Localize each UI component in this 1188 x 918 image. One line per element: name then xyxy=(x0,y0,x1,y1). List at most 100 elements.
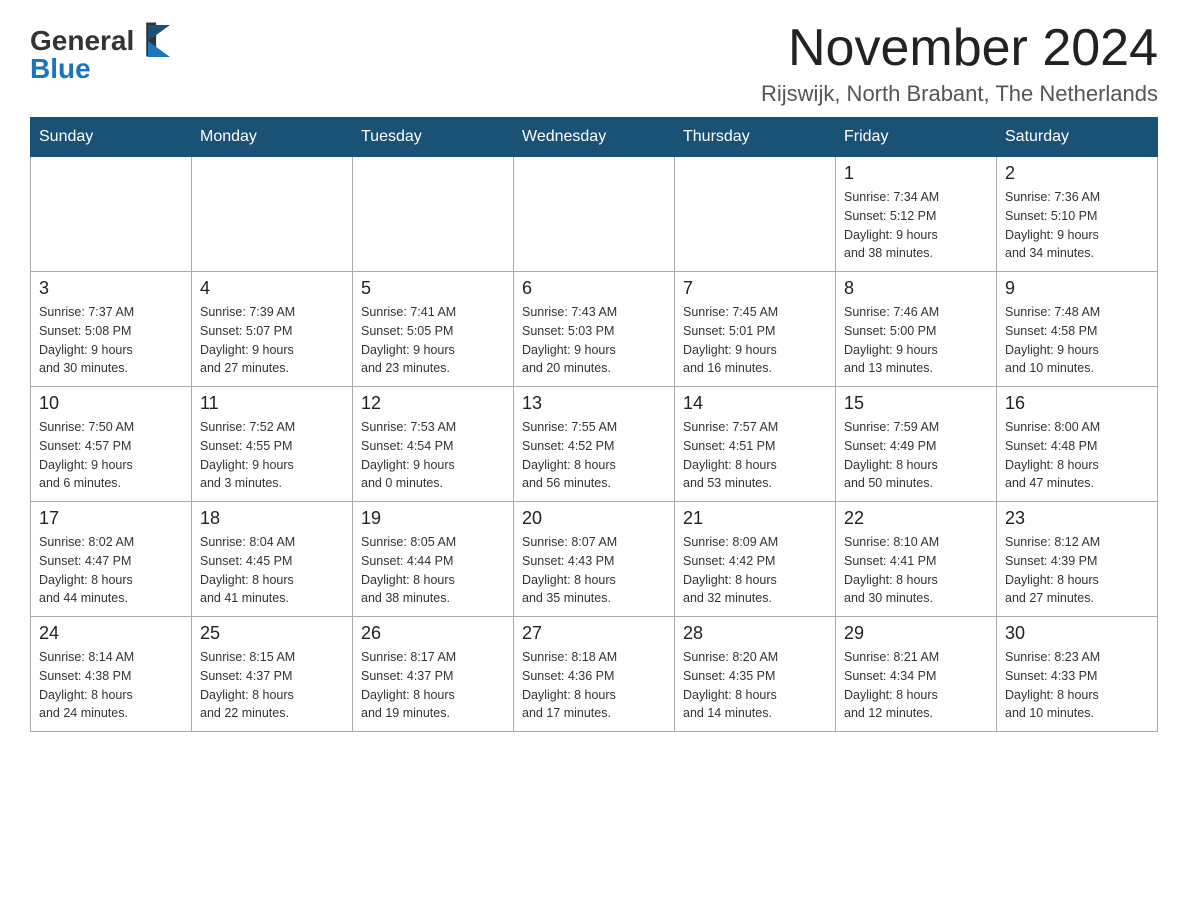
day-number: 13 xyxy=(522,393,666,414)
weekday-header-sunday: Sunday xyxy=(31,118,192,157)
calendar-cell: 22 Sunrise: 8:10 AM Sunset: 4:41 PM Dayli… xyxy=(836,502,997,617)
calendar-cell: 26 Sunrise: 8:17 AM Sunset: 4:37 PM Dayli… xyxy=(353,617,514,732)
calendar-cell: 23Sunrise: 8:12 AM Sunset: 4:39 PM Dayli… xyxy=(997,502,1158,617)
calendar-cell: 17 Sunrise: 8:02 AM Sunset: 4:47 PM Dayli… xyxy=(31,502,192,617)
day-info: Sunrise: 7:39 AM Sunset: 5:07 PM Dayligh… xyxy=(200,303,344,378)
calendar-cell xyxy=(514,157,675,272)
week-row-1: 1Sunrise: 7:34 AM Sunset: 5:12 PM Daylig… xyxy=(31,157,1158,272)
day-number: 9 xyxy=(1005,278,1149,299)
day-number: 20 xyxy=(522,508,666,529)
calendar-cell: 13 Sunrise: 7:55 AM Sunset: 4:52 PM Dayli… xyxy=(514,387,675,502)
calendar-cell: 1Sunrise: 7:34 AM Sunset: 5:12 PM Daylig… xyxy=(836,157,997,272)
day-info: Sunrise: 7:41 AM Sunset: 5:05 PM Dayligh… xyxy=(361,303,505,378)
calendar-cell: 28 Sunrise: 8:20 AM Sunset: 4:35 PM Dayli… xyxy=(675,617,836,732)
day-number: 29 xyxy=(844,623,988,644)
calendar-cell xyxy=(31,157,192,272)
calendar-cell: 19 Sunrise: 8:05 AM Sunset: 4:44 PM Dayli… xyxy=(353,502,514,617)
day-info: Sunrise: 8:02 AM Sunset: 4:47 PM Dayligh… xyxy=(39,533,183,608)
day-info: Sunrise: 8:15 AM Sunset: 4:37 PM Dayligh… xyxy=(200,648,344,723)
day-info: Sunrise: 8:10 AM Sunset: 4:41 PM Dayligh… xyxy=(844,533,988,608)
title-block: November 2024 Rijswijk, North Brabant, T… xyxy=(761,20,1158,107)
day-number: 21 xyxy=(683,508,827,529)
day-info: Sunrise: 8:05 AM Sunset: 4:44 PM Dayligh… xyxy=(361,533,505,608)
calendar-cell: 27 Sunrise: 8:18 AM Sunset: 4:36 PM Dayli… xyxy=(514,617,675,732)
day-number: 17 xyxy=(39,508,183,529)
day-info: Sunrise: 8:18 AM Sunset: 4:36 PM Dayligh… xyxy=(522,648,666,723)
calendar-cell xyxy=(353,157,514,272)
day-number: 19 xyxy=(361,508,505,529)
calendar-cell: 24 Sunrise: 8:14 AM Sunset: 4:38 PM Dayli… xyxy=(31,617,192,732)
day-info: Sunrise: 7:45 AM Sunset: 5:01 PM Dayligh… xyxy=(683,303,827,378)
day-info: Sunrise: 7:34 AM Sunset: 5:12 PM Dayligh… xyxy=(844,188,988,263)
calendar-cell: 29Sunrise: 8:21 AM Sunset: 4:34 PM Dayli… xyxy=(836,617,997,732)
calendar-cell: 16 Sunrise: 8:00 AM Sunset: 4:48 PM Dayli… xyxy=(997,387,1158,502)
calendar-cell xyxy=(675,157,836,272)
day-number: 27 xyxy=(522,623,666,644)
day-number: 28 xyxy=(683,623,827,644)
day-info: Sunrise: 7:59 AM Sunset: 4:49 PM Dayligh… xyxy=(844,418,988,493)
calendar-cell xyxy=(192,157,353,272)
weekday-header-friday: Friday xyxy=(836,118,997,157)
calendar-table: SundayMondayTuesdayWednesdayThursdayFrid… xyxy=(30,117,1158,732)
day-number: 30 xyxy=(1005,623,1149,644)
day-info: Sunrise: 8:04 AM Sunset: 4:45 PM Dayligh… xyxy=(200,533,344,608)
day-info: Sunrise: 8:20 AM Sunset: 4:35 PM Dayligh… xyxy=(683,648,827,723)
logo-blue-text: Blue xyxy=(30,53,91,85)
weekday-header-saturday: Saturday xyxy=(997,118,1158,157)
calendar-cell: 20 Sunrise: 8:07 AM Sunset: 4:43 PM Dayli… xyxy=(514,502,675,617)
calendar-cell: 3 Sunrise: 7:37 AM Sunset: 5:08 PM Daylig… xyxy=(31,272,192,387)
calendar-cell: 7 Sunrise: 7:45 AM Sunset: 5:01 PM Daylig… xyxy=(675,272,836,387)
day-info: Sunrise: 8:00 AM Sunset: 4:48 PM Dayligh… xyxy=(1005,418,1149,493)
day-info: Sunrise: 7:37 AM Sunset: 5:08 PM Dayligh… xyxy=(39,303,183,378)
week-row-2: 3 Sunrise: 7:37 AM Sunset: 5:08 PM Daylig… xyxy=(31,272,1158,387)
calendar-cell: 18 Sunrise: 8:04 AM Sunset: 4:45 PM Dayli… xyxy=(192,502,353,617)
day-info: Sunrise: 8:17 AM Sunset: 4:37 PM Dayligh… xyxy=(361,648,505,723)
week-row-3: 10Sunrise: 7:50 AM Sunset: 4:57 PM Dayli… xyxy=(31,387,1158,502)
day-info: Sunrise: 8:14 AM Sunset: 4:38 PM Dayligh… xyxy=(39,648,183,723)
day-number: 6 xyxy=(522,278,666,299)
day-info: Sunrise: 7:48 AM Sunset: 4:58 PM Dayligh… xyxy=(1005,303,1149,378)
day-info: Sunrise: 7:52 AM Sunset: 4:55 PM Dayligh… xyxy=(200,418,344,493)
day-number: 3 xyxy=(39,278,183,299)
calendar-cell: 14 Sunrise: 7:57 AM Sunset: 4:51 PM Dayli… xyxy=(675,387,836,502)
logo: General ▐ Blue xyxy=(30,20,170,85)
week-row-5: 24 Sunrise: 8:14 AM Sunset: 4:38 PM Dayli… xyxy=(31,617,1158,732)
calendar-cell: 10Sunrise: 7:50 AM Sunset: 4:57 PM Dayli… xyxy=(31,387,192,502)
calendar-cell: 15 Sunrise: 7:59 AM Sunset: 4:49 PM Dayli… xyxy=(836,387,997,502)
day-number: 2 xyxy=(1005,163,1149,184)
day-number: 5 xyxy=(361,278,505,299)
day-number: 15 xyxy=(844,393,988,414)
day-info: Sunrise: 7:43 AM Sunset: 5:03 PM Dayligh… xyxy=(522,303,666,378)
weekday-header-wednesday: Wednesday xyxy=(514,118,675,157)
calendar-cell: 12 Sunrise: 7:53 AM Sunset: 4:54 PM Dayli… xyxy=(353,387,514,502)
calendar-cell: 6 Sunrise: 7:43 AM Sunset: 5:03 PM Daylig… xyxy=(514,272,675,387)
day-info: Sunrise: 7:55 AM Sunset: 4:52 PM Dayligh… xyxy=(522,418,666,493)
week-row-4: 17 Sunrise: 8:02 AM Sunset: 4:47 PM Dayli… xyxy=(31,502,1158,617)
day-info: Sunrise: 8:07 AM Sunset: 4:43 PM Dayligh… xyxy=(522,533,666,608)
day-number: 23 xyxy=(1005,508,1149,529)
day-number: 11 xyxy=(200,393,344,414)
day-number: 12 xyxy=(361,393,505,414)
day-info: Sunrise: 8:23 AM Sunset: 4:33 PM Dayligh… xyxy=(1005,648,1149,723)
calendar-cell: 8Sunrise: 7:46 AM Sunset: 5:00 PM Daylig… xyxy=(836,272,997,387)
day-number: 7 xyxy=(683,278,827,299)
day-number: 24 xyxy=(39,623,183,644)
calendar-header-row: SundayMondayTuesdayWednesdayThursdayFrid… xyxy=(31,118,1158,157)
calendar-cell: 30 Sunrise: 8:23 AM Sunset: 4:33 PM Dayli… xyxy=(997,617,1158,732)
day-info: Sunrise: 7:53 AM Sunset: 4:54 PM Dayligh… xyxy=(361,418,505,493)
day-number: 14 xyxy=(683,393,827,414)
page-header: General ▐ Blue November 2024 Rijswijk, N… xyxy=(30,20,1158,107)
day-info: Sunrise: 7:57 AM Sunset: 4:51 PM Dayligh… xyxy=(683,418,827,493)
calendar-cell: 5 Sunrise: 7:41 AM Sunset: 5:05 PM Daylig… xyxy=(353,272,514,387)
calendar-cell: 4Sunrise: 7:39 AM Sunset: 5:07 PM Daylig… xyxy=(192,272,353,387)
day-info: Sunrise: 7:36 AM Sunset: 5:10 PM Dayligh… xyxy=(1005,188,1149,263)
day-number: 22 xyxy=(844,508,988,529)
calendar-cell: 9 Sunrise: 7:48 AM Sunset: 4:58 PM Daylig… xyxy=(997,272,1158,387)
weekday-header-thursday: Thursday xyxy=(675,118,836,157)
day-number: 26 xyxy=(361,623,505,644)
logo-arrow: ▐ xyxy=(136,25,170,57)
day-number: 16 xyxy=(1005,393,1149,414)
day-number: 18 xyxy=(200,508,344,529)
day-number: 10 xyxy=(39,393,183,414)
calendar-cell: 25Sunrise: 8:15 AM Sunset: 4:37 PM Dayli… xyxy=(192,617,353,732)
